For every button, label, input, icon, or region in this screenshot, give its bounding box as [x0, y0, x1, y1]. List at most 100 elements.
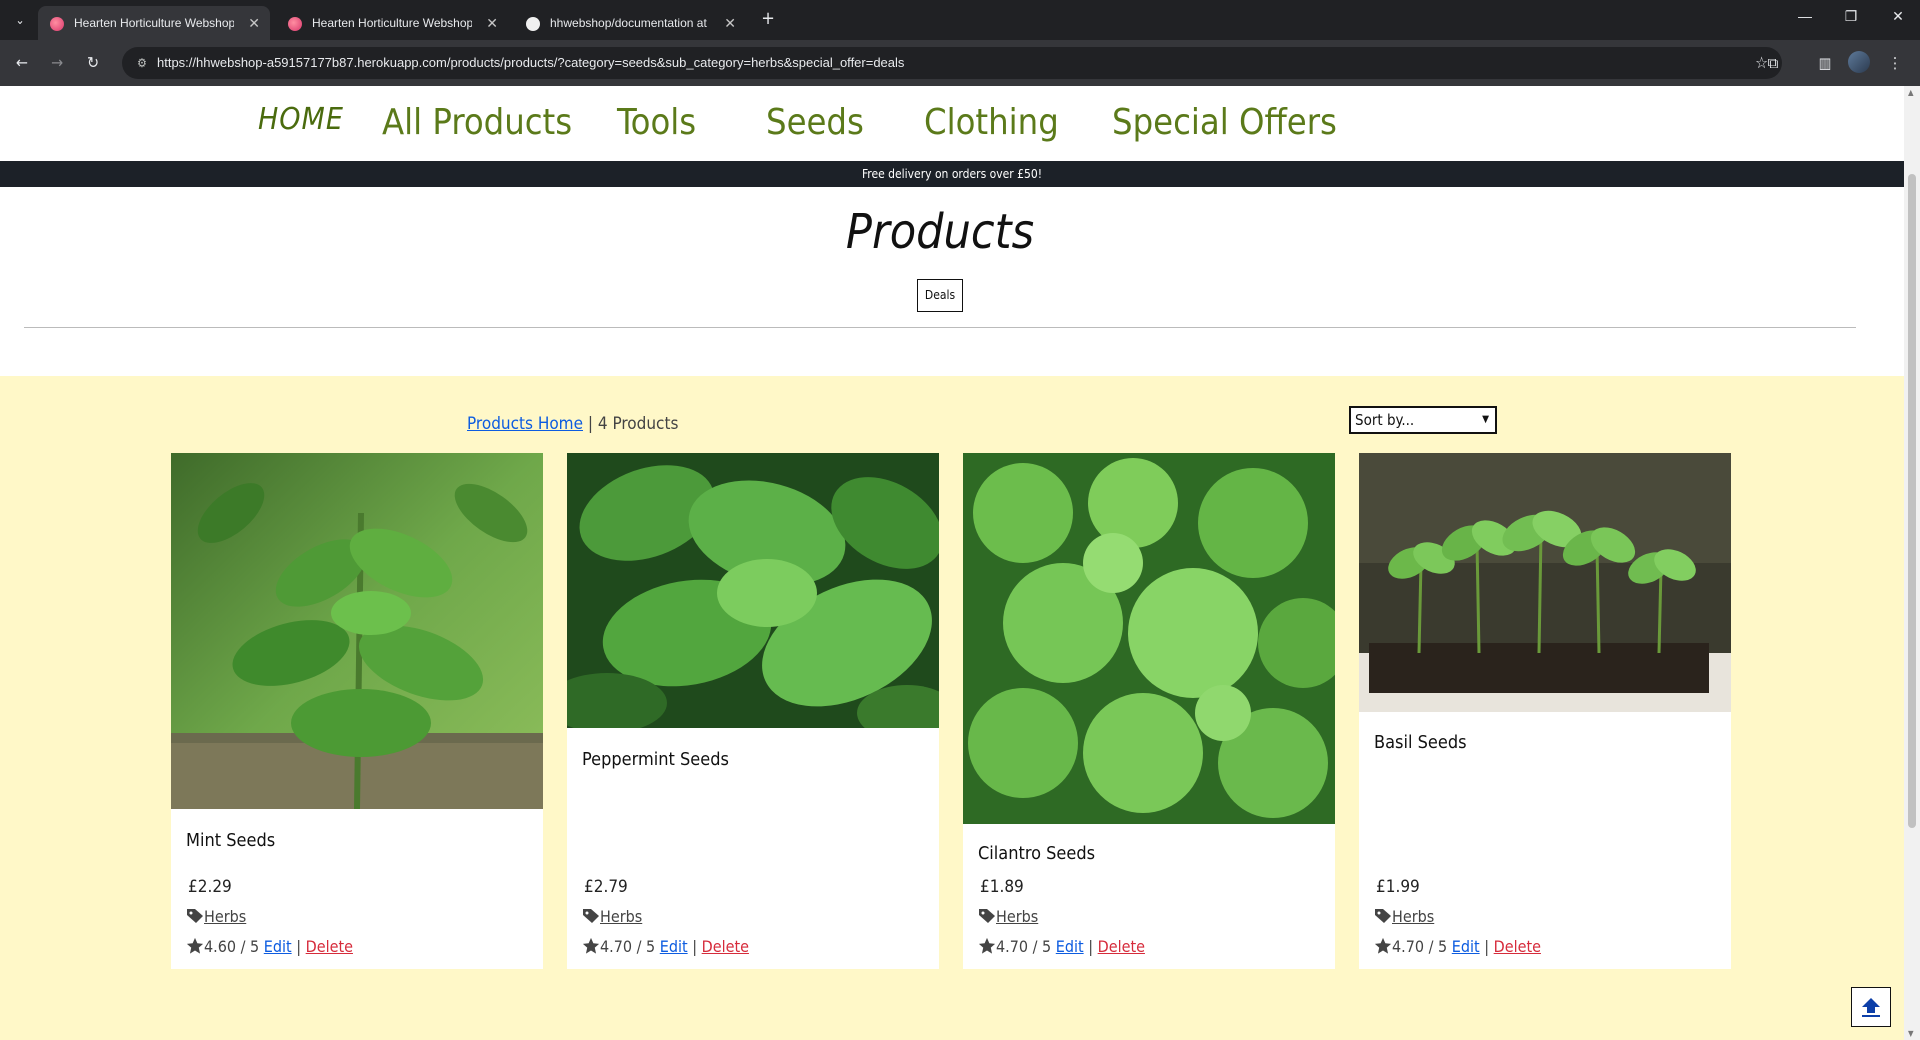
separator: |: [291, 937, 306, 956]
nav-special-offers[interactable]: Special Offers: [1112, 102, 1337, 143]
forward-arrow-icon[interactable]: →: [46, 52, 68, 74]
page-title: Products: [845, 204, 1035, 260]
product-rating-actions: 4.70 / 5 Edit | Delete: [1374, 937, 1541, 956]
close-icon[interactable]: ✕: [248, 6, 260, 40]
products-section: Products Home | 4 Products Sort by... ▼: [0, 376, 1904, 1040]
tag-icon: [187, 909, 203, 923]
scrollbar-thumb[interactable]: [1908, 174, 1916, 828]
tab-search-chevron-icon[interactable]: ⌄: [10, 10, 30, 30]
delete-link[interactable]: Delete: [1098, 937, 1145, 956]
divider: [24, 327, 1856, 328]
tab-title: Hearten Horticulture Webshop: [312, 16, 472, 30]
product-name[interactable]: Peppermint Seeds: [582, 749, 729, 770]
window-close-icon[interactable]: ✕: [1888, 8, 1908, 25]
category-link[interactable]: Herbs: [204, 907, 246, 926]
product-price: £2.79: [584, 877, 628, 897]
extensions-puzzle-icon[interactable]: ⧉: [1762, 52, 1784, 74]
category-link[interactable]: Herbs: [600, 907, 642, 926]
product-name[interactable]: Mint Seeds: [186, 830, 275, 851]
tab-title: Hearten Horticulture Webshop: [74, 16, 234, 30]
product-image-mint[interactable]: [171, 453, 543, 809]
github-favicon-icon: [526, 17, 540, 31]
tag-icon: [979, 909, 995, 923]
product-category: Herbs: [978, 907, 1038, 926]
edit-link[interactable]: Edit: [660, 937, 688, 956]
product-category: Herbs: [582, 907, 642, 926]
product-card: Basil Seeds £1.99 Herbs 4.70 / 5 Edit | …: [1359, 453, 1731, 969]
browser-tab[interactable]: hhwebshop/documentation at ✕: [514, 6, 746, 40]
product-image-basil[interactable]: [1359, 453, 1731, 712]
site-navigation: HOME All Products Tools Seeds Clothing S…: [0, 86, 1904, 161]
products-home-link[interactable]: Products Home: [467, 414, 583, 434]
category-link[interactable]: Herbs: [996, 907, 1038, 926]
separator: |: [1083, 937, 1098, 956]
reload-icon[interactable]: ↻: [82, 52, 104, 74]
product-price: £1.89: [980, 877, 1024, 897]
close-icon[interactable]: ✕: [486, 6, 498, 40]
nav-tools[interactable]: Tools: [617, 102, 696, 143]
page-viewport: HOME All Products Tools Seeds Clothing S…: [0, 86, 1904, 1040]
product-rating-actions: 4.60 / 5 Edit | Delete: [186, 937, 353, 956]
product-rating: 4.70 / 5: [600, 937, 656, 956]
product-name[interactable]: Basil Seeds: [1374, 732, 1467, 753]
product-category: Herbs: [186, 907, 246, 926]
separator: |: [687, 937, 702, 956]
menu-kebab-icon[interactable]: ⋮: [1884, 52, 1906, 74]
delete-link[interactable]: Delete: [1494, 937, 1541, 956]
product-rating-actions: 4.70 / 5 Edit | Delete: [978, 937, 1145, 956]
site-info-icon[interactable]: ⚙: [134, 55, 150, 71]
url-text[interactable]: https://hhwebshop-a59157177b87.herokuapp…: [157, 47, 904, 79]
page-scrollbar[interactable]: ▲ ▼: [1904, 86, 1920, 1040]
delete-link[interactable]: Delete: [702, 937, 749, 956]
browser-tab[interactable]: Hearten Horticulture Webshop ✕: [38, 6, 270, 40]
back-arrow-icon[interactable]: ←: [11, 52, 33, 74]
new-tab-plus-icon[interactable]: +: [758, 10, 778, 30]
scroll-down-arrow-icon[interactable]: ▼: [1908, 1029, 1914, 1038]
product-card: Peppermint Seeds £2.79 Herbs 4.70 / 5 Ed…: [567, 453, 939, 969]
chevron-down-icon: ▼: [1482, 414, 1489, 425]
sort-select[interactable]: Sort by... ▼: [1349, 406, 1497, 434]
star-icon: [582, 937, 600, 954]
product-price: £1.99: [1376, 877, 1420, 897]
arrow-up-icon: [1862, 998, 1880, 1017]
tag-icon: [1375, 909, 1391, 923]
product-rating: 4.70 / 5: [1392, 937, 1448, 956]
star-icon: [1374, 937, 1392, 954]
product-count-bar: Products Home | 4 Products: [467, 414, 678, 434]
nav-seeds[interactable]: Seeds: [766, 102, 864, 143]
deals-filter-badge[interactable]: Deals: [917, 279, 963, 312]
product-image-cilantro[interactable]: [963, 453, 1335, 824]
delete-link[interactable]: Delete: [306, 937, 353, 956]
product-price: £2.29: [188, 877, 232, 897]
address-bar[interactable]: ⚙ https://hhwebshop-a59157177b87.herokua…: [122, 47, 1782, 79]
browser-toolbar: ← → ↻ ⚙ https://hhwebshop-a59157177b87.h…: [0, 40, 1920, 86]
tag-icon: [583, 909, 599, 923]
nav-home-link[interactable]: HOME: [258, 102, 344, 137]
nav-all-products[interactable]: All Products: [382, 102, 572, 143]
restore-icon[interactable]: ❐: [1841, 8, 1861, 25]
scroll-up-arrow-icon[interactable]: ▲: [1908, 88, 1914, 97]
close-icon[interactable]: ✕: [724, 6, 736, 40]
separator: |: [583, 414, 598, 434]
browser-tab-bar: ⌄ Hearten Horticulture Webshop ✕ Hearten…: [0, 0, 1920, 40]
product-card: Mint Seeds £2.29 Herbs 4.60 / 5 Edit | D…: [171, 453, 543, 969]
product-category: Herbs: [1374, 907, 1434, 926]
edit-link[interactable]: Edit: [264, 937, 292, 956]
star-icon: [978, 937, 996, 954]
flower-favicon-icon: [288, 17, 302, 31]
browser-tab[interactable]: Hearten Horticulture Webshop ✕: [276, 6, 508, 40]
nav-clothing[interactable]: Clothing: [924, 102, 1059, 143]
product-rating: 4.60 / 5: [204, 937, 260, 956]
product-count: 4 Products: [597, 414, 679, 434]
edit-link[interactable]: Edit: [1452, 937, 1480, 956]
edit-link[interactable]: Edit: [1056, 937, 1084, 956]
category-link[interactable]: Herbs: [1392, 907, 1434, 926]
back-to-top-button[interactable]: [1851, 987, 1891, 1027]
product-image-peppermint[interactable]: [567, 453, 939, 728]
product-rating-actions: 4.70 / 5 Edit | Delete: [582, 937, 749, 956]
separator: |: [1479, 937, 1494, 956]
profile-avatar[interactable]: [1848, 51, 1870, 73]
side-panel-icon[interactable]: ▥: [1814, 52, 1836, 74]
minimize-icon[interactable]: —: [1795, 8, 1815, 24]
product-name[interactable]: Cilantro Seeds: [978, 843, 1095, 864]
